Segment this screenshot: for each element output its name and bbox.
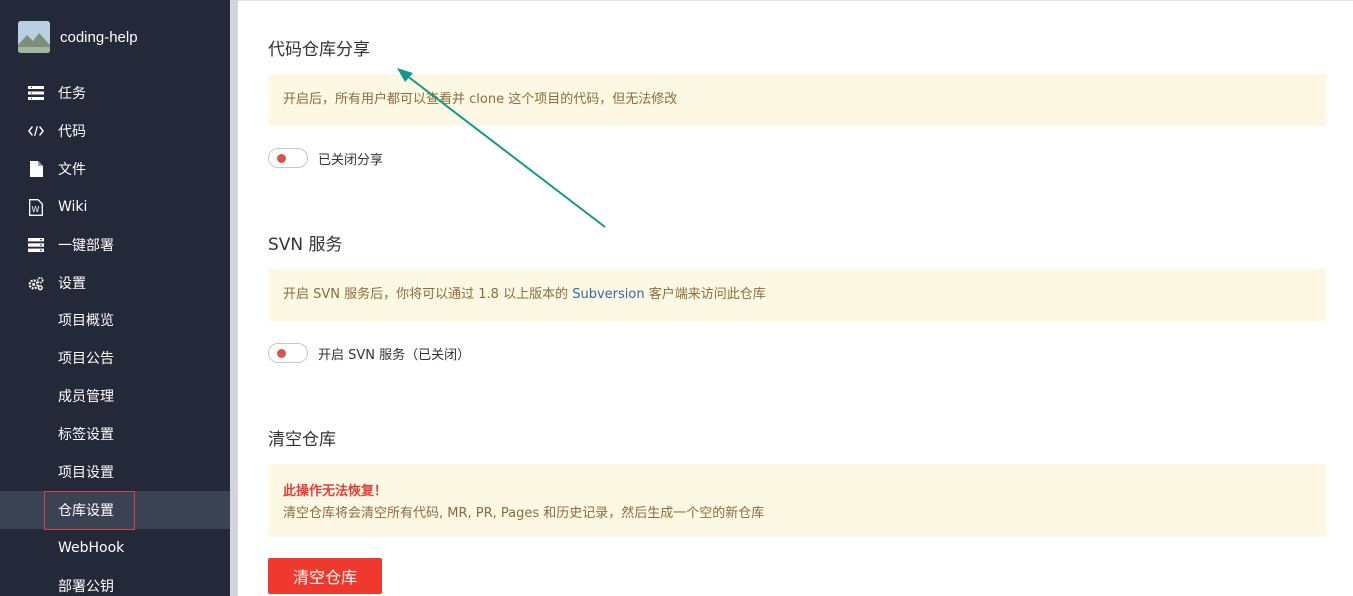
share-toggle[interactable] [268, 148, 308, 168]
sidebar-item-project-overview[interactable]: 项目概览 [0, 301, 230, 339]
share-toggle-row: 已关闭分享 [268, 147, 383, 169]
nav-item-label: 代码 [58, 124, 86, 140]
nav-item-tasks[interactable]: 任务 [0, 74, 230, 112]
sub-item-label: 仓库设置 [58, 503, 114, 519]
nav-item-deploy[interactable]: 一键部署 [0, 226, 230, 264]
nav-item-wiki[interactable]: W Wiki [0, 188, 230, 226]
notice-svn: 开启 SVN 服务后，你将可以通过 1.8 以上版本的 Subversion 客… [268, 269, 1326, 321]
notice-svn-suffix: 客户端来访问此仓库 [644, 287, 766, 302]
toggle-knob [277, 349, 286, 358]
section-title-share: 代码仓库分享 [268, 40, 370, 60]
sub-item-label: 项目公告 [58, 351, 114, 367]
warning-text: 此操作无法恢复！ [283, 484, 388, 499]
sidebar-item-deploy-keys[interactable]: 部署公钥 [0, 567, 230, 596]
project-name: coding-help [60, 28, 138, 46]
nav-item-label: 任务 [58, 86, 86, 102]
sidebar-item-repo-settings[interactable]: 仓库设置 [0, 491, 230, 529]
notice-svn-prefix: 开启 SVN 服务后，你将可以通过 1.8 以上版本的 [283, 287, 573, 302]
project-header[interactable]: coding-help [18, 21, 138, 53]
main-content: 代码仓库分享 开启后，所有用户都可以查看并 clone 这个项目的代码，但无法修… [238, 0, 1353, 596]
gear-icon [28, 275, 44, 291]
svg-text:W: W [32, 205, 40, 214]
nav-item-settings[interactable]: 设置 [0, 264, 230, 302]
sub-item-label: 部署公钥 [58, 579, 114, 595]
nav-item-label: Wiki [58, 199, 88, 215]
sidebar-item-members[interactable]: 成员管理 [0, 377, 230, 415]
nav-item-label: 文件 [58, 162, 86, 178]
sub-item-label: 标签设置 [58, 427, 114, 443]
sidebar-item-labels[interactable]: 标签设置 [0, 415, 230, 453]
file-icon [28, 161, 44, 177]
sidebar-item-webhook[interactable]: WebHook [0, 529, 230, 567]
notice-clear-text: 清空仓库将会清空所有代码, MR, PR, Pages 和历史记录，然后生成一个… [283, 506, 765, 521]
tasks-icon [28, 85, 44, 101]
sub-item-label: 项目设置 [58, 465, 114, 481]
nav-item-files[interactable]: 文件 [0, 150, 230, 188]
nav-item-label: 一键部署 [58, 238, 114, 254]
sub-item-label: 成员管理 [58, 389, 114, 405]
toggle-knob [277, 154, 286, 163]
sub-item-label: WebHook [58, 540, 125, 556]
sidebar-item-project-settings[interactable]: 项目设置 [0, 453, 230, 491]
svn-toggle-label: 开启 SVN 服务（已关闭） [318, 347, 471, 363]
notice-share: 开启后，所有用户都可以查看并 clone 这个项目的代码，但无法修改 [268, 74, 1326, 126]
section-title-clear: 清空仓库 [268, 430, 336, 450]
notice-clear: 此操作无法恢复！ 清空仓库将会清空所有代码, MR, PR, Pages 和历史… [268, 464, 1326, 537]
code-icon [28, 123, 44, 139]
svn-toggle-row: 开启 SVN 服务（已关闭） [268, 342, 470, 364]
section-title-svn: SVN 服务 [268, 235, 343, 255]
sidebar: coding-help 任务 代码 文件 W Wiki 一键部署 设置 项目概览… [0, 0, 230, 596]
svn-toggle[interactable] [268, 343, 308, 363]
sidebar-divider [230, 0, 238, 596]
sidebar-item-project-notice[interactable]: 项目公告 [0, 339, 230, 377]
nav-item-label: 设置 [58, 276, 86, 292]
share-toggle-label: 已关闭分享 [318, 152, 384, 168]
subversion-link[interactable]: Subversion [572, 287, 644, 302]
server-icon [28, 237, 44, 253]
sub-item-label: 项目概览 [58, 313, 114, 329]
wiki-icon: W [28, 198, 44, 216]
clear-repo-button[interactable]: 清空仓库 [268, 558, 382, 594]
project-avatar [18, 21, 50, 53]
nav-item-code[interactable]: 代码 [0, 112, 230, 150]
